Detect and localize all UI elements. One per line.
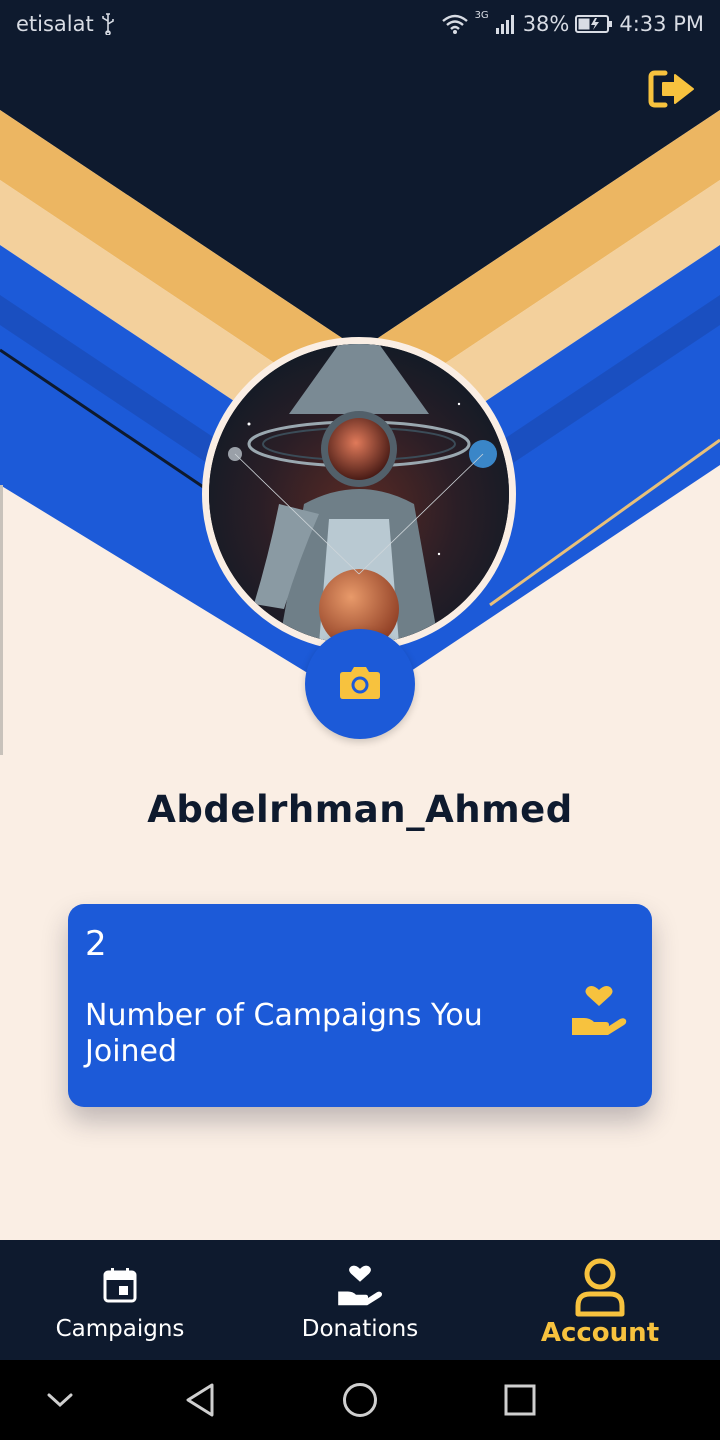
nav-label-campaigns: Campaigns [55, 1316, 185, 1342]
campaigns-joined-count: 2 [85, 924, 107, 964]
network-type-label: 3G [474, 10, 489, 21]
usb-icon [100, 13, 116, 35]
battery-percent: 38% [522, 12, 570, 36]
clock: 4:33 PM [619, 12, 704, 36]
home-icon[interactable] [338, 1378, 382, 1422]
camera-icon [339, 664, 381, 704]
signal-icon [495, 14, 517, 34]
status-bar: etisalat 3G 38% 4:33 PM [0, 0, 720, 50]
nav-item-donations[interactable]: Donations [240, 1240, 480, 1360]
nav-label-donations: Donations [301, 1316, 419, 1342]
wifi-icon [441, 14, 469, 34]
calendar-icon [103, 1262, 137, 1308]
recents-icon[interactable] [498, 1378, 542, 1422]
back-icon[interactable] [178, 1378, 222, 1422]
username: Abdelrhman_Ahmed [147, 788, 573, 831]
battery-charging-icon [575, 14, 613, 34]
status-left: etisalat [16, 12, 116, 36]
nav-item-campaigns[interactable]: Campaigns [0, 1240, 240, 1360]
logout-icon [647, 69, 697, 113]
nav-item-account[interactable]: Account [480, 1240, 720, 1360]
bottom-navigation: Campaigns Donations Account [0, 1240, 720, 1360]
carrier-name: etisalat [16, 12, 94, 36]
nav-label-account: Account [540, 1318, 660, 1348]
change-photo-button[interactable] [305, 629, 415, 739]
system-navigation-bar [0, 1360, 720, 1440]
profile-avatar [202, 337, 516, 651]
campaigns-joined-card: 2 Number of Campaigns You Joined [68, 904, 652, 1107]
campaigns-joined-label: Number of Campaigns You Joined [85, 998, 483, 1069]
status-right: 3G 38% 4:33 PM [441, 10, 704, 36]
hand-heart-icon [570, 984, 628, 1036]
hand-heart-icon [336, 1262, 384, 1308]
logout-button[interactable] [646, 68, 698, 114]
collapse-icon[interactable] [38, 1378, 82, 1422]
user-icon [573, 1256, 627, 1318]
